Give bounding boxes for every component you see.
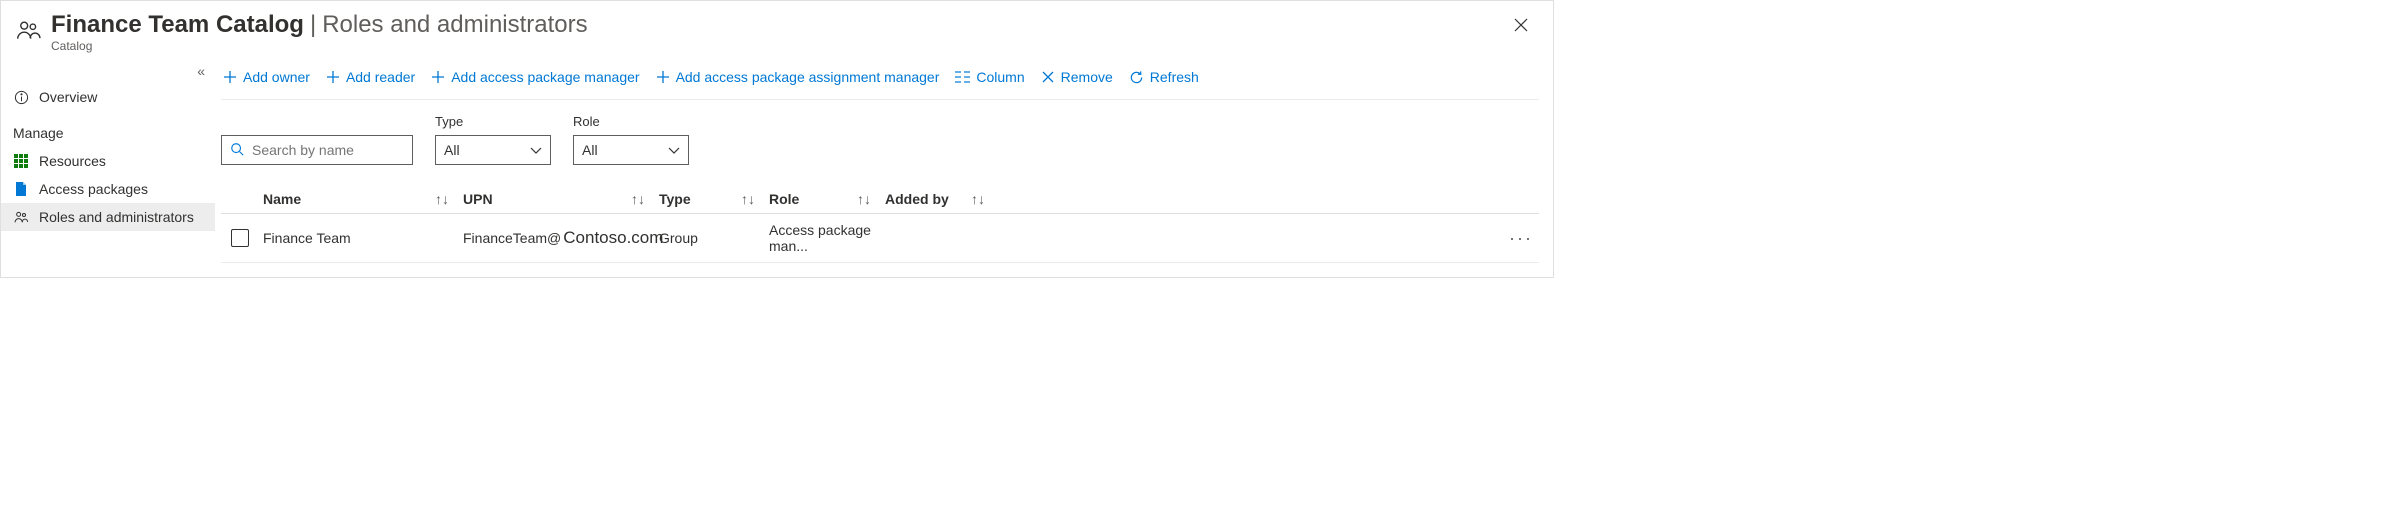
- x-icon: [1041, 70, 1055, 84]
- columns-icon: [955, 71, 970, 83]
- button-label: Add reader: [346, 69, 415, 85]
- sidebar-item-label: Overview: [39, 89, 97, 105]
- sidebar-item-label: Access packages: [39, 181, 148, 197]
- search-input[interactable]: [250, 141, 435, 159]
- column-header-role[interactable]: Role ↑↓: [769, 191, 885, 207]
- search-input-wrapper[interactable]: [221, 135, 413, 165]
- page-title: Finance Team Catalog: [51, 11, 304, 39]
- plus-icon: [656, 70, 670, 84]
- header-label: UPN: [463, 191, 493, 207]
- page-subtitle: Catalog: [51, 39, 1507, 53]
- role-filter-label: Role: [573, 114, 689, 131]
- button-label: Add owner: [243, 69, 310, 85]
- type-filter-label: Type: [435, 114, 551, 131]
- chevron-down-icon: [668, 142, 680, 158]
- sort-icon: ↑↓: [857, 191, 871, 207]
- column-header-type[interactable]: Type ↑↓: [659, 191, 769, 207]
- role-filter-dropdown[interactable]: All: [573, 135, 689, 165]
- row-more-button[interactable]: ···: [1509, 228, 1533, 248]
- refresh-icon: [1129, 70, 1144, 85]
- add-owner-button[interactable]: Add owner: [221, 65, 312, 89]
- row-checkbox[interactable]: [231, 229, 249, 247]
- plus-icon: [326, 70, 340, 84]
- close-button[interactable]: [1507, 11, 1535, 42]
- sidebar-item-roles-admins[interactable]: Roles and administrators: [1, 203, 215, 231]
- cell-role: Access package man...: [769, 222, 871, 254]
- button-label: Add access package manager: [451, 69, 639, 85]
- page-section: Roles and administrators: [322, 11, 587, 39]
- sort-icon: ↑↓: [741, 191, 755, 207]
- type-filter-dropdown[interactable]: All: [435, 135, 551, 165]
- sidebar-item-label: Resources: [39, 153, 106, 169]
- cell-upn-domain: Contoso.com: [563, 228, 663, 248]
- plus-icon: [223, 70, 237, 84]
- remove-button[interactable]: Remove: [1039, 65, 1115, 89]
- column-header-upn[interactable]: UPN ↑↓: [463, 191, 659, 207]
- sidebar-section-manage: Manage: [1, 111, 215, 147]
- button-label: Refresh: [1150, 69, 1199, 85]
- add-access-package-manager-button[interactable]: Add access package manager: [429, 65, 641, 89]
- header-label: Name: [263, 191, 301, 207]
- dropdown-value: All: [444, 142, 460, 158]
- button-label: Column: [976, 69, 1024, 85]
- search-icon: [230, 142, 244, 159]
- people-icon: [15, 17, 41, 46]
- column-header-added-by[interactable]: Added by ↑↓: [885, 191, 999, 207]
- cell-type: Group: [659, 230, 698, 246]
- chevron-down-icon: [530, 142, 542, 158]
- sort-icon: ↑↓: [435, 191, 449, 207]
- info-icon: [13, 90, 29, 105]
- add-access-package-assignment-manager-button[interactable]: Add access package assignment manager: [654, 65, 942, 89]
- cell-upn-local: FinanceTeam@: [463, 230, 561, 246]
- sidebar-item-resources[interactable]: Resources: [1, 147, 215, 175]
- table-row[interactable]: Finance Team FinanceTeam@Contoso.com Gro…: [221, 214, 1539, 263]
- sidebar-item-overview[interactable]: Overview: [1, 83, 215, 111]
- button-label: Add access package assignment manager: [676, 69, 940, 85]
- collapse-sidebar-button[interactable]: «: [193, 59, 209, 83]
- header-label: Role: [769, 191, 799, 207]
- sort-icon: ↑↓: [631, 191, 645, 207]
- sort-icon: ↑↓: [971, 191, 985, 207]
- people-icon: [13, 209, 29, 225]
- sidebar-item-label: Roles and administrators: [39, 209, 194, 225]
- title-separator: |: [310, 11, 316, 39]
- dropdown-value: All: [582, 142, 598, 158]
- header-label: Added by: [885, 191, 949, 207]
- cell-name: Finance Team: [263, 230, 351, 246]
- plus-icon: [431, 70, 445, 84]
- grid-icon: [13, 154, 29, 168]
- button-label: Remove: [1061, 69, 1113, 85]
- column-header-name[interactable]: Name ↑↓: [263, 191, 463, 207]
- sidebar-item-access-packages[interactable]: Access packages: [1, 175, 215, 203]
- refresh-button[interactable]: Refresh: [1127, 65, 1201, 89]
- header-label: Type: [659, 191, 691, 207]
- add-reader-button[interactable]: Add reader: [324, 65, 417, 89]
- document-icon: [13, 181, 29, 197]
- column-button[interactable]: Column: [953, 65, 1026, 89]
